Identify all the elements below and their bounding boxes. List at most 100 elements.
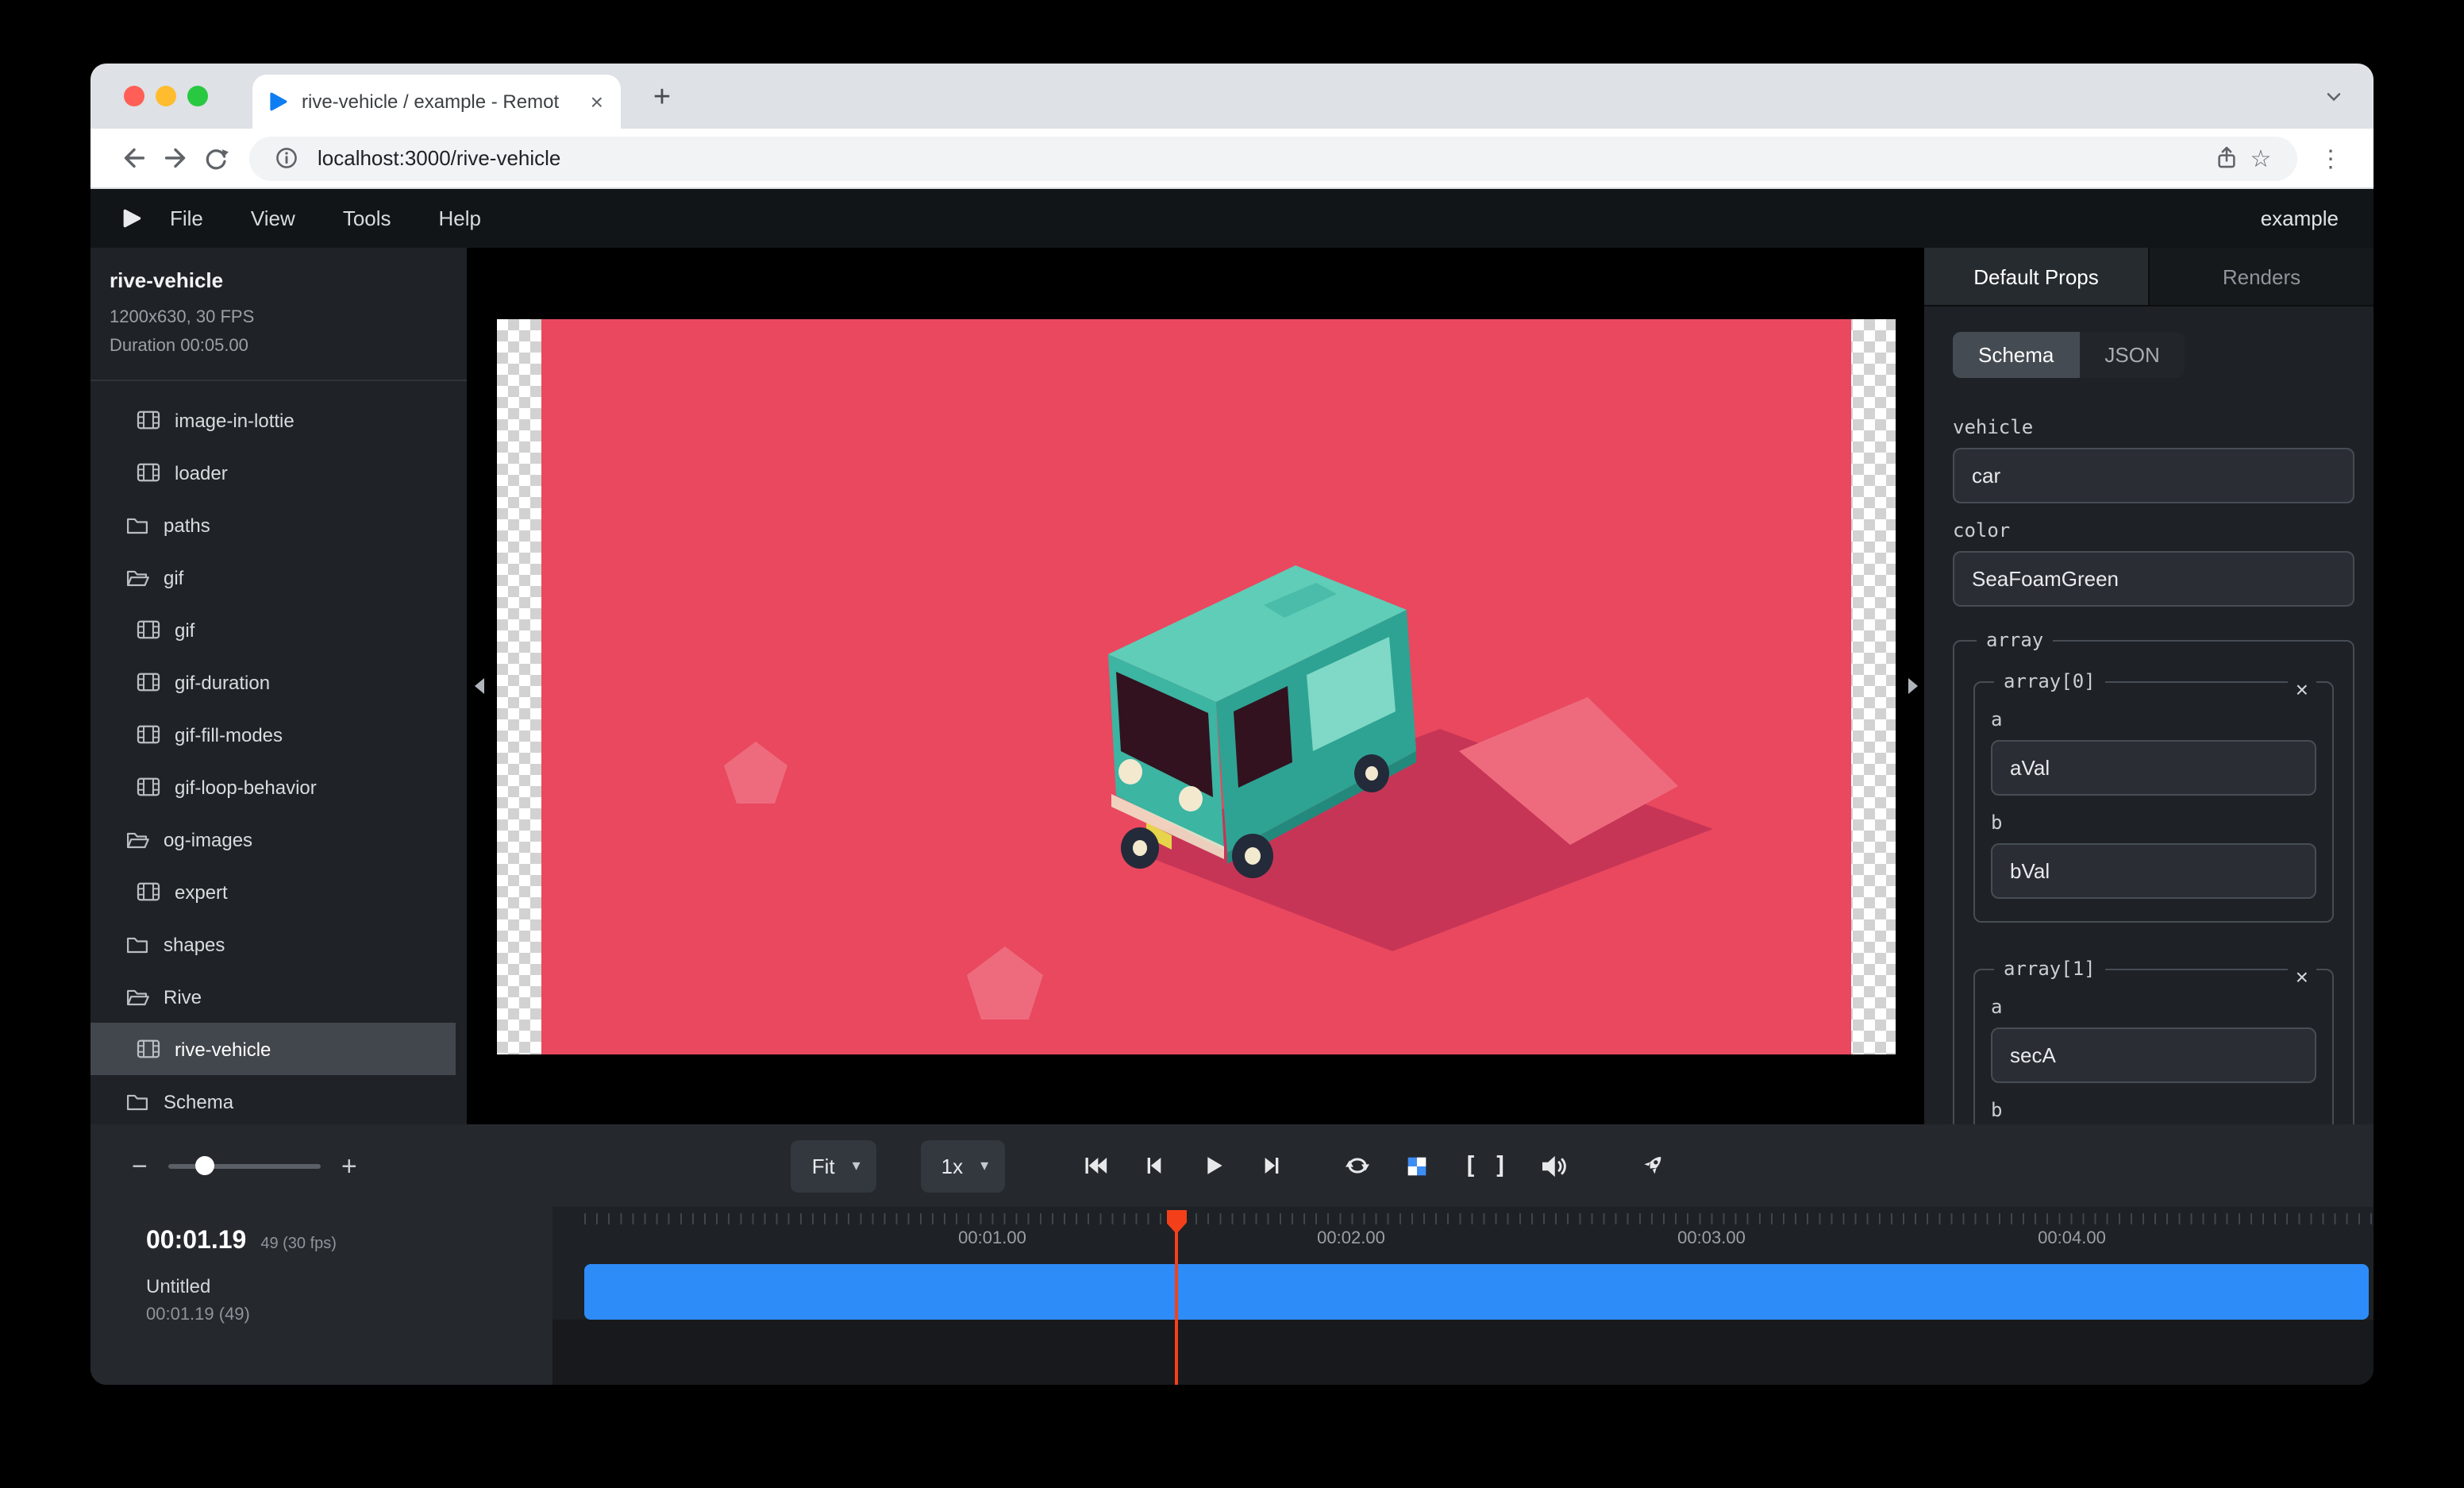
new-tab-button[interactable]: + [641, 78, 683, 119]
menu-tools[interactable]: Tools [343, 206, 391, 230]
browser-tab[interactable]: rive-vehicle / example - Remot × [252, 75, 621, 129]
sidebar-item-expert[interactable]: expert [90, 866, 467, 919]
remove-array-1-icon[interactable]: × [2288, 964, 2316, 991]
collapse-right-sidebar-icon[interactable] [1904, 665, 1923, 707]
remotion-logo-icon[interactable] [116, 204, 144, 233]
fullscreen-window-button[interactable] [187, 86, 208, 106]
folder-open-icon [125, 568, 149, 588]
url-bar[interactable]: localhost:3000/rive-vehicle ☆ [249, 136, 2297, 180]
composition-resolution: 1200x630, 30 FPS [110, 303, 448, 332]
vehicle-input[interactable] [1953, 448, 2354, 503]
subtab-json[interactable]: JSON [2079, 332, 2185, 378]
previous-frame-icon[interactable] [1133, 1145, 1174, 1186]
menu-view[interactable]: View [251, 206, 295, 230]
ruler-label: 00:03.00 [1677, 1229, 1746, 1248]
tab-close-icon[interactable]: × [587, 91, 606, 113]
close-window-button[interactable] [124, 86, 144, 106]
collapse-left-sidebar-icon[interactable] [470, 665, 489, 707]
vehicle-artwork [541, 318, 1850, 1054]
sidebar-folder-schema[interactable]: Schema [90, 1076, 467, 1124]
timeline-track-bar[interactable] [584, 1264, 2369, 1320]
browser-tab-strip: rive-vehicle / example - Remot × + [90, 64, 2374, 129]
menu-file[interactable]: File [170, 206, 203, 230]
subtab-schema[interactable]: Schema [1953, 332, 2079, 378]
rocket-icon[interactable] [1631, 1145, 1673, 1186]
array-1-a-input[interactable] [1991, 1027, 2316, 1083]
timeline-ruler[interactable]: 00:01.00 00:02.00 00:03.00 00:04.00 [552, 1207, 2374, 1264]
composition-icon [137, 777, 160, 798]
zoom-slider[interactable] [168, 1163, 321, 1168]
play-icon[interactable] [1192, 1145, 1233, 1186]
sidebar-item-gif-loop-behavior[interactable]: gif-loop-behavior [90, 761, 467, 814]
playhead-line[interactable] [1175, 1210, 1178, 1385]
props-panel: Default Props Renders Schema JSON vehicl… [1924, 248, 2374, 1124]
tab-renders[interactable]: Renders [2148, 248, 2374, 305]
sidebar-item-gif-fill-modes[interactable]: gif-fill-modes [90, 709, 467, 761]
timeline: 00:01.19 49 (30 fps) Untitled 00:01.19 (… [90, 1207, 2374, 1385]
studio-menubar: File View Tools Help example [90, 189, 2374, 248]
schema-json-toggle: Schema JSON [1953, 332, 2185, 378]
sidebar-folder-og-images[interactable]: og-images [90, 814, 467, 866]
ruler-label: 00:01.00 [958, 1229, 1026, 1248]
color-input[interactable] [1953, 551, 2354, 607]
bookmark-star-icon[interactable]: ☆ [2243, 141, 2278, 175]
volume-icon[interactable] [1533, 1145, 1574, 1186]
sidebar-item-loader[interactable]: loader [90, 447, 467, 499]
zoom-controls: − + [132, 1152, 357, 1179]
transparency-checkerboard-icon[interactable] [1396, 1145, 1438, 1186]
array-0-a-input[interactable] [1991, 740, 2316, 796]
tab-search-chevron-icon[interactable] [2320, 83, 2348, 111]
browser-menu-icon[interactable]: ⋮ [2310, 137, 2351, 179]
sidebar-folder-shapes[interactable]: shapes [90, 919, 467, 971]
tab-default-props[interactable]: Default Props [1924, 248, 2148, 305]
reload-icon[interactable] [195, 137, 237, 179]
sidebar-item-image-in-lottie[interactable]: image-in-lottie [90, 395, 467, 447]
compositions-sidebar: rive-vehicle 1200x630, 30 FPS Duration 0… [90, 248, 467, 1124]
out-marker-icon[interactable]: ] [1493, 1151, 1507, 1180]
array-0-b-label: b [1991, 811, 2316, 834]
composition-icon [137, 463, 160, 484]
zoom-out-icon[interactable]: − [132, 1152, 148, 1179]
menu-help[interactable]: Help [439, 206, 482, 230]
zoom-in-icon[interactable]: + [341, 1152, 357, 1179]
current-frame-display: 49 (30 fps) [260, 1236, 337, 1253]
remotion-favicon [267, 91, 289, 113]
sidebar-item-rive-vehicle[interactable]: rive-vehicle [90, 1023, 456, 1076]
composition-icon [137, 882, 160, 903]
props-panel-tabs: Default Props Renders [1924, 248, 2374, 306]
ruler-label: 00:02.00 [1317, 1229, 1385, 1248]
browser-window: rive-vehicle / example - Remot × + [90, 64, 2374, 1385]
sidebar-folder-gif[interactable]: gif [90, 552, 467, 604]
playback-rate-dropdown[interactable]: 1x ▾ [921, 1139, 1005, 1192]
site-info-icon[interactable] [268, 141, 303, 175]
sidebar-item-gif-duration[interactable]: gif-duration [90, 657, 467, 709]
array-1-label: array[1] [1994, 958, 2105, 980]
timeline-info-panel: 00:01.19 49 (30 fps) Untitled 00:01.19 (… [90, 1207, 552, 1385]
remove-array-0-icon[interactable]: × [2288, 677, 2316, 704]
sidebar-folder-rive[interactable]: Rive [90, 971, 467, 1023]
array-1-fieldset: array[1] × a b [1973, 958, 2334, 1124]
vehicle-label: vehicle [1953, 416, 2354, 438]
ruler-ticks [584, 1213, 2374, 1224]
jump-to-start-icon[interactable] [1074, 1145, 1115, 1186]
sidebar-folder-paths[interactable]: paths [90, 499, 467, 552]
fit-dropdown[interactable]: Fit ▾ [791, 1139, 876, 1192]
sidebar-item-gif[interactable]: gif [90, 604, 467, 657]
zoom-slider-thumb[interactable] [195, 1155, 214, 1174]
chevron-down-icon: ▾ [849, 1157, 876, 1174]
timeline-tracks-area: 00:01.00 00:02.00 00:03.00 00:04.00 [552, 1207, 2374, 1385]
jump-to-end-icon[interactable] [1250, 1145, 1292, 1186]
array-fieldset: array array[0] × a b array[1] [1953, 629, 2354, 1124]
url-text: localhost:3000/rive-vehicle [318, 146, 2208, 170]
array-0-label: array[0] [1994, 670, 2105, 692]
composition-info: rive-vehicle 1200x630, 30 FPS Duration 0… [90, 248, 467, 382]
minimize-window-button[interactable] [156, 86, 176, 106]
forward-icon[interactable] [154, 137, 195, 179]
project-name-label: example [2261, 206, 2339, 230]
loop-icon[interactable] [1336, 1145, 1377, 1186]
array-0-b-input[interactable] [1991, 843, 2316, 899]
back-icon[interactable] [113, 137, 154, 179]
share-icon[interactable] [2208, 141, 2243, 175]
in-marker-icon[interactable]: [ [1463, 1151, 1477, 1180]
track-duration: 00:01.19 (49) [146, 1305, 552, 1324]
